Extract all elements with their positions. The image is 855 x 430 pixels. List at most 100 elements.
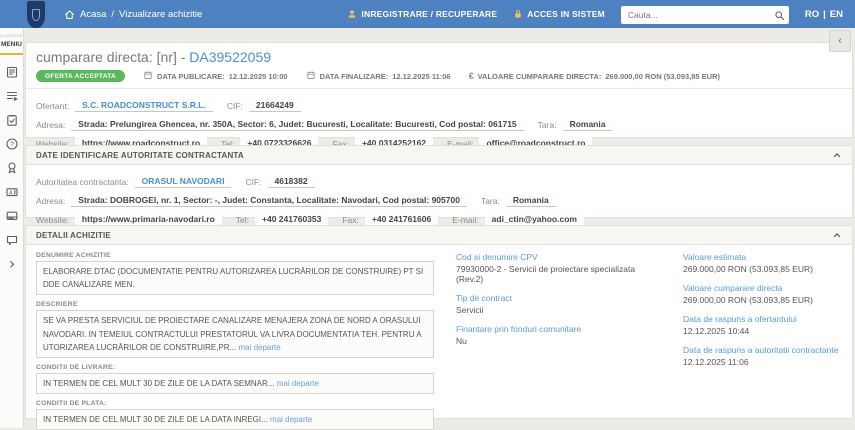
supplier-cif-label: CIF: — [226, 100, 243, 111]
authority-panel: DATE IDENTIFICARE AUTORITATE CONTRACTANT… — [25, 145, 853, 226]
calendar-icon — [306, 70, 316, 82]
plata-more-link[interactable]: mai departe — [270, 415, 312, 424]
purchase-value-label: VALOARE CUMPARARE DIRECTA: — [477, 71, 602, 81]
descriere-more-link[interactable]: mai departe — [238, 343, 280, 352]
details-body: DENUMIRE ACHIZITIE ELABORARE DTAC (DOCUM… — [26, 245, 852, 430]
expand-chevron-icon[interactable] — [5, 257, 19, 271]
search-input[interactable] — [620, 5, 789, 24]
supplier-response-date: 12.12.2025 10:44 — [683, 326, 750, 336]
estimated-value: 269.000,00 RON (53.093,85 EUR) — [683, 264, 813, 274]
plata-label: CONDITII DE PLATA: — [36, 400, 107, 408]
chevron-up-icon[interactable] — [832, 230, 842, 240]
authority-section-title: DATE IDENTIFICARE AUTORITATE CONTRACTANT… — [36, 150, 244, 160]
authority-address-value: Strada: DOBROGEI, nr. 1, Sector: -, Jude… — [71, 194, 467, 207]
ofertant-name-link[interactable]: S.C. ROADCONSTRUCT S.R.L. — [75, 99, 213, 112]
authority-country-value: Romania — [505, 194, 556, 207]
page-title: cumparare directa: [nr] - DA39522059 — [26, 43, 852, 65]
left-sidebar: E-LICITATIE MENIU ? A — [0, 28, 24, 428]
chevron-up-icon[interactable] — [832, 150, 842, 160]
purchase-meta-row: OFERTA ACCEPTATA DATA PUBLICARE: 12.12.2… — [26, 65, 852, 89]
authority-cif-label: CIF: — [245, 176, 262, 187]
chat-icon[interactable] — [5, 233, 19, 247]
details-right-column: Valoare estimata 269.000,00 RON (53.093,… — [683, 248, 842, 430]
finalize-date: DATA FINALIZARE: 12.12.2025 11:06 — [306, 70, 451, 82]
direct-purchase-value-item: Valoare cumparare directa 269.000,00 RON… — [683, 283, 842, 305]
livrare-more-link[interactable]: mai departe — [277, 379, 319, 388]
estimated-value-label: Valoare estimata — [683, 252, 747, 262]
system-access-label: ACCES IN SISTEM — [527, 9, 605, 19]
plata-text: IN TERMEN DE CEL MULT 30 DE ZILE DE LA D… — [43, 415, 268, 425]
details-section-header: DETALII ACHIZITIE — [26, 226, 852, 245]
system-access-link[interactable]: ACCES IN SISTEM — [513, 9, 605, 19]
authority-cif-value: 4618382 — [267, 175, 315, 188]
authority-info: Autoritatea contractanta: ORASUL NAVODAR… — [26, 165, 852, 234]
authority-fax-label: Fax: — [342, 214, 359, 225]
search-box — [620, 5, 789, 26]
details-panel: DETALII ACHIZITIE DENUMIRE ACHIZITIE ELA… — [25, 225, 853, 430]
publish-date-value: 12.12.2025 10:00 — [228, 71, 288, 81]
text-field-icon[interactable]: A — [5, 185, 19, 199]
details-middle-column: Cod si denumire CPV 79930000-2 - Servici… — [456, 248, 661, 430]
supplier-response-label: Data de raspuns a ofertantului — [683, 314, 797, 324]
euro-icon: € — [468, 70, 474, 81]
authority-response-label: Data de raspuns a autoritatii contractan… — [683, 345, 839, 355]
authority-name-label: Autoritatea contractanta: — [36, 176, 129, 187]
list-menu-icon[interactable] — [5, 89, 19, 103]
publish-date-label: DATA PUBLICARE: — [157, 71, 225, 81]
direct-purchase-value-label: Valoare cumparare directa — [683, 283, 783, 293]
authority-row-2: Adresa: Strada: DOBROGEI, nr. 1, Sector:… — [36, 194, 842, 207]
purchase-value: € VALOARE CUMPARARE DIRECTA: 269.000,00 … — [468, 70, 720, 81]
app-logo-shield-icon[interactable] — [27, 1, 45, 28]
livrare-box: IN TERMEN DE CEL MULT 30 DE ZILE DE LA D… — [36, 372, 434, 395]
cpv-item: Cod si denumire CPV 79930000-2 - Servici… — [456, 252, 661, 284]
supplier-row-1: Ofertant: S.C. ROADCONSTRUCT S.R.L. CIF:… — [36, 99, 842, 112]
purchase-id-link[interactable]: DA39522059 — [189, 49, 271, 65]
collapse-panel-button[interactable]: ‹ — [829, 30, 851, 52]
authority-response-date: 12.12.2025 11:06 — [683, 357, 749, 367]
authority-tel-label: Tel: — [235, 214, 250, 225]
authority-row-1: Autoritatea contractanta: ORASUL NAVODAR… — [36, 175, 842, 188]
publish-date: DATA PUBLICARE: 12.12.2025 10:00 — [143, 70, 288, 82]
search-icon[interactable] — [774, 8, 785, 26]
details-left-column: DENUMIRE ACHIZITIE ELABORARE DTAC (DOCUM… — [36, 248, 434, 430]
contract-type-item: Tip de contract Servicii — [456, 293, 661, 315]
news-icon[interactable] — [5, 65, 19, 79]
svg-text:?: ? — [10, 142, 14, 149]
register-recover-label: INREGISTRARE / RECUPERARE — [361, 9, 498, 19]
language-switcher: RO | EN — [805, 9, 843, 20]
livrare-label: CONDITII DE LIVRARE: — [36, 363, 116, 371]
descriere-box: SE VA PRESTA SERVICIUL DE PROIECTARE CAN… — [36, 310, 434, 358]
register-recover-link[interactable]: INREGISTRARE / RECUPERARE — [347, 9, 497, 19]
direct-purchase-value: 269.000,00 RON (53.093,85 EUR) — [683, 295, 813, 305]
svg-text:A: A — [9, 190, 13, 196]
purchase-summary-panel: cumparare directa: [nr] - DA39522059 OFE… — [25, 42, 853, 150]
lang-separator: | — [823, 8, 826, 20]
authority-email-label: E-mail: — [452, 214, 479, 225]
home-icon — [64, 9, 75, 20]
monitor-icon[interactable] — [5, 209, 19, 223]
eu-funds-label: Finantare prin fonduri comunitare — [456, 324, 582, 334]
authority-country-label: Tara: — [480, 195, 500, 206]
breadcrumb-home-link[interactable]: Acasa — [80, 9, 106, 20]
contract-type-value: Servicii — [456, 305, 484, 315]
descriere-label: DESCRIERE — [36, 301, 78, 309]
authority-website-label: Website: — [36, 214, 69, 225]
clipboard-check-icon[interactable] — [5, 113, 19, 127]
status-badge: OFERTA ACCEPTATA — [36, 70, 125, 82]
lang-en-button[interactable]: EN — [830, 9, 843, 20]
help-icon[interactable]: ? — [5, 137, 19, 151]
lock-icon — [513, 9, 523, 19]
award-icon[interactable] — [5, 161, 19, 175]
supplier-address-label: Adresa: — [36, 119, 66, 130]
supplier-country-value: Romania — [562, 118, 613, 131]
sidebar-brand: E-LICITATIE — [0, 33, 23, 38]
authority-name-link[interactable]: ORASUL NAVODARI — [134, 175, 232, 188]
denumire-box: ELABORARE DTAC (DOCUMENTATIE PENTRU AUTO… — [36, 261, 434, 296]
lang-ro-button[interactable]: RO — [805, 9, 819, 20]
authority-address-label: Adresa: — [36, 195, 66, 206]
breadcrumb-separator: / — [111, 8, 115, 20]
page-title-prefix: cumparare directa: [nr] - — [36, 49, 190, 65]
authority-section-header: DATE IDENTIFICARE AUTORITATE CONTRACTANT… — [26, 146, 852, 165]
supplier-country-label: Tara: — [537, 119, 557, 130]
eu-funds-value: Nu — [456, 336, 467, 346]
